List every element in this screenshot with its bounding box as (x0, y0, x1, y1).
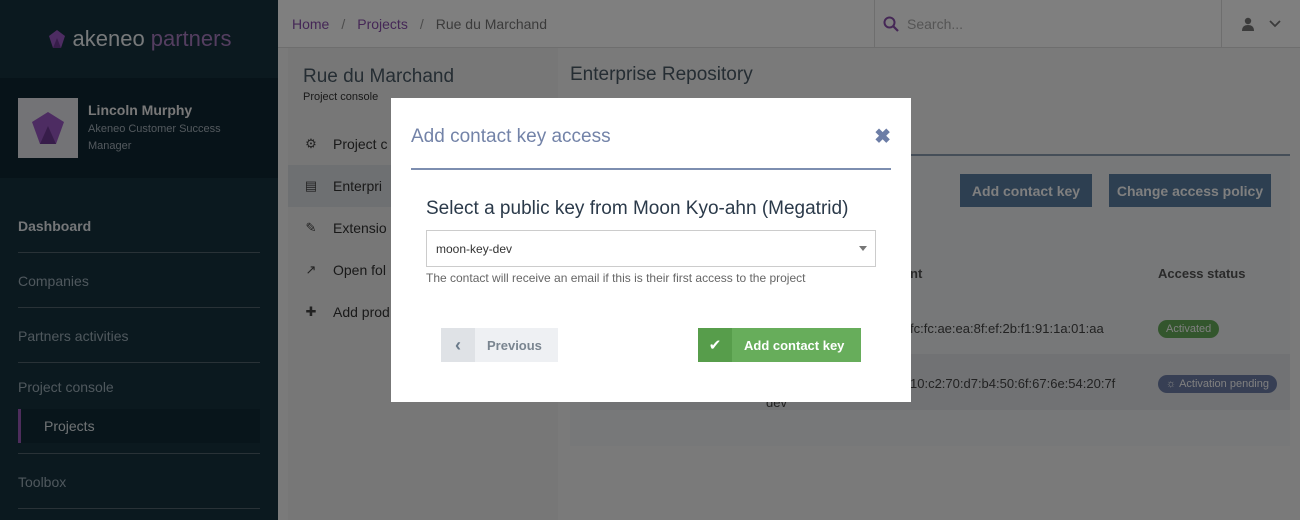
public-key-select-value: moon-key-dev (436, 241, 513, 256)
public-key-select[interactable]: moon-key-dev (426, 230, 876, 267)
modal-divider (411, 168, 891, 170)
check-icon: ✔ (698, 328, 732, 362)
caret-down-icon (859, 246, 867, 251)
add-contact-key-submit-label: Add contact key (744, 337, 845, 353)
add-contact-key-modal: Add contact key access ✖ Select a public… (391, 98, 911, 402)
modal-heading: Select a public key from Moon Kyo-ahn (M… (426, 198, 849, 219)
previous-button[interactable]: ‹ Previous (441, 328, 558, 362)
modal-title: Add contact key access (411, 126, 611, 147)
help-text: The contact will receive an email if thi… (426, 271, 806, 285)
close-icon[interactable]: ✖ (874, 124, 891, 149)
previous-button-label: Previous (487, 337, 542, 353)
chevron-left-icon: ‹ (441, 328, 475, 362)
add-contact-key-submit-button[interactable]: ✔ Add contact key (698, 328, 861, 362)
